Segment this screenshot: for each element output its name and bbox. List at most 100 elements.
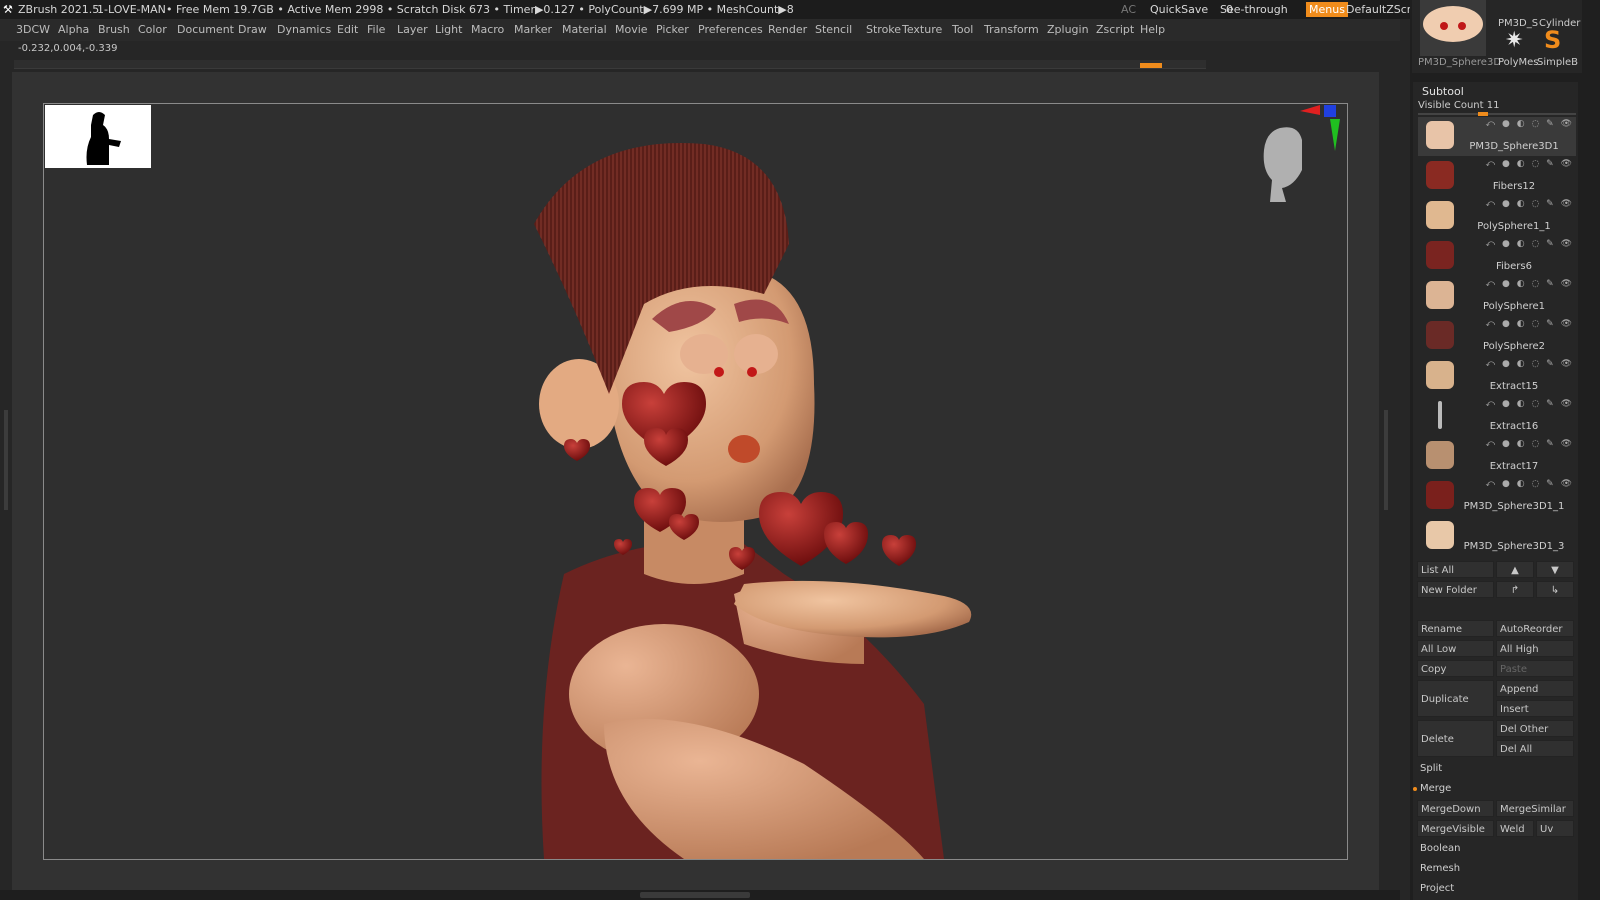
menu-alpha[interactable]: Alpha <box>58 19 89 41</box>
subtool-toggles[interactable]: ⤺ ● ◐ ◌ ✎ 👁 <box>1486 439 1574 449</box>
current-tool-label: PM3D_Sphere3D <box>1418 57 1502 68</box>
subtool-item[interactable]: ⤺ ● ◐ ◌ ✎ 👁 Fibers12 <box>1418 157 1576 196</box>
delete-button[interactable]: Delete <box>1417 720 1494 757</box>
subtool-thumb <box>1426 481 1454 509</box>
menu-render[interactable]: Render <box>768 19 807 41</box>
all-low-button[interactable]: All Low <box>1417 640 1494 657</box>
simplebrush-s-icon[interactable]: S <box>1544 28 1561 52</box>
subtool-item[interactable]: ⤺ ● ◐ ◌ ✎ 👁 PM3D_Sphere3D1_1 <box>1418 477 1576 516</box>
subtool-item[interactable]: ⤺ ● ◐ ◌ ✎ 👁 Extract17 <box>1418 437 1576 476</box>
menu-picker[interactable]: Picker <box>656 19 689 41</box>
bottom-tray-handle[interactable] <box>640 892 750 898</box>
rename-button[interactable]: Rename <box>1417 620 1494 637</box>
menu-macro[interactable]: Macro <box>471 19 504 41</box>
subtool-toggles[interactable]: ⤺ ● ◐ ◌ ✎ 👁 <box>1486 239 1574 249</box>
append-button[interactable]: Append <box>1496 680 1574 697</box>
menus-toggle[interactable]: Menus <box>1306 2 1348 17</box>
menu-help[interactable]: Help <box>1140 19 1165 41</box>
mergedown-button[interactable]: MergeDown <box>1417 800 1494 817</box>
subtool-item[interactable]: ⤺ ● ◐ ◌ ✎ 👁 Extract16 <box>1418 397 1576 436</box>
top-shelf[interactable] <box>14 60 1206 69</box>
menu-material[interactable]: Material <box>562 19 607 41</box>
folder-move-icon[interactable]: ↱ <box>1496 581 1534 598</box>
boolean-section[interactable]: Boolean <box>1420 843 1461 854</box>
subtool-name: Fibers6 <box>1496 261 1532 272</box>
menu-tool[interactable]: Tool <box>952 19 973 41</box>
current-tool-thumb[interactable]: PM3D_Sphere3D <box>1418 0 1501 68</box>
subtool-item[interactable]: PM3D_Sphere3D1_3 <box>1418 517 1576 556</box>
menu-marker[interactable]: Marker <box>514 19 552 41</box>
list-all-button[interactable]: List All <box>1417 561 1494 578</box>
menu-stencil[interactable]: Stencil <box>815 19 852 41</box>
new-folder-button[interactable]: New Folder <box>1417 581 1494 598</box>
menu-texture[interactable]: Texture <box>902 19 942 41</box>
autoreorder-button[interactable]: AutoReorder <box>1496 620 1574 637</box>
merge-section[interactable]: Merge <box>1420 783 1451 794</box>
up-arrow-icon[interactable]: ▲ <box>1496 561 1534 578</box>
uv-button[interactable]: Uv <box>1536 820 1574 837</box>
insert-button[interactable]: Insert <box>1496 700 1574 717</box>
visible-count-track <box>1418 113 1576 115</box>
menu-zplugin[interactable]: Zplugin <box>1047 19 1089 41</box>
subtool-item[interactable]: ⤺ ● ◐ ◌ ✎ 👁 Fibers6 <box>1418 237 1576 276</box>
subtool-name: PolySphere2 <box>1482 341 1546 352</box>
subtool-item[interactable]: ⤺ ● ◐ ◌ ✎ 👁 PM3D_Sphere3D1 <box>1418 117 1576 156</box>
del-other-button[interactable]: Del Other <box>1496 720 1574 737</box>
paste-button[interactable]: Paste <box>1496 660 1574 677</box>
document-canvas[interactable] <box>43 103 1348 860</box>
seethrough-label: See-through <box>1220 3 1288 16</box>
visible-count-handle[interactable] <box>1478 112 1488 116</box>
mergesimilar-button[interactable]: MergeSimilar <box>1496 800 1574 817</box>
subtool-thumb <box>1426 361 1454 389</box>
folder-out-icon[interactable]: ↳ <box>1536 581 1574 598</box>
subtool-item[interactable]: ⤺ ● ◐ ◌ ✎ 👁 PolySphere1 <box>1418 277 1576 316</box>
project-section[interactable]: Project <box>1420 883 1454 894</box>
subtool-item[interactable]: ⤺ ● ◐ ◌ ✎ 👁 Extract15 <box>1418 357 1576 396</box>
subtool-toggles[interactable]: ⤺ ● ◐ ◌ ✎ 👁 <box>1486 119 1574 129</box>
remesh-section[interactable]: Remesh <box>1420 863 1460 874</box>
menu-preferences[interactable]: Preferences <box>698 19 763 41</box>
del-all-button[interactable]: Del All <box>1496 740 1574 757</box>
menu-document[interactable]: Document <box>177 19 234 41</box>
all-high-button[interactable]: All High <box>1496 640 1574 657</box>
menu-brush[interactable]: Brush <box>98 19 130 41</box>
subtool-toggles[interactable]: ⤺ ● ◐ ◌ ✎ 👁 <box>1486 399 1574 409</box>
visible-count-slider[interactable]: Visible Count 11 <box>1418 100 1499 111</box>
subtool-toggles[interactable]: ⤺ ● ◐ ◌ ✎ 👁 <box>1486 319 1574 329</box>
subtool-item[interactable]: ⤺ ● ◐ ◌ ✎ 👁 PolySphere2 <box>1418 317 1576 356</box>
subtool-toggles[interactable]: ⤺ ● ◐ ◌ ✎ 👁 <box>1486 359 1574 369</box>
ac-label[interactable]: AC <box>1121 0 1136 19</box>
menu-draw[interactable]: Draw <box>238 19 267 41</box>
quicksave-button[interactable]: QuickSave <box>1150 0 1208 19</box>
menu-zscript[interactable]: Zscript <box>1096 19 1134 41</box>
subtool-title[interactable]: Subtool <box>1422 85 1464 98</box>
subtool-toggles[interactable]: ⤺ ● ◐ ◌ ✎ 👁 <box>1486 479 1574 489</box>
menu-stroke[interactable]: Stroke <box>866 19 901 41</box>
down-arrow-icon[interactable]: ▼ <box>1536 561 1574 578</box>
subtool-name: PM3D_Sphere3D1 <box>1469 141 1559 152</box>
left-tray-handle[interactable] <box>4 410 8 510</box>
subtool-toggles[interactable]: ⤺ ● ◐ ◌ ✎ 👁 <box>1486 159 1574 169</box>
seethrough-slider[interactable]: See-through 0 <box>1220 0 1288 19</box>
menu-3dcw[interactable]: 3DCW <box>16 19 50 41</box>
menu-transform[interactable]: Transform <box>984 19 1039 41</box>
weld-button[interactable]: Weld <box>1496 820 1534 837</box>
menu-movie[interactable]: Movie <box>615 19 648 41</box>
split-section[interactable]: Split <box>1420 763 1442 774</box>
subtool-item[interactable]: ⤺ ● ◐ ◌ ✎ 👁 PolySphere1_1 <box>1418 197 1576 236</box>
mergevisible-button[interactable]: MergeVisible <box>1417 820 1494 837</box>
right-tray-handle[interactable] <box>1384 410 1388 510</box>
subtool-name: PolySphere1_1 <box>1477 221 1551 232</box>
menu-file[interactable]: File <box>367 19 385 41</box>
duplicate-button[interactable]: Duplicate <box>1417 680 1494 717</box>
polymesh-star-icon[interactable]: ✷ <box>1505 30 1523 52</box>
menu-light[interactable]: Light <box>435 19 462 41</box>
menu-edit[interactable]: Edit <box>337 19 358 41</box>
menu-dynamics[interactable]: Dynamics <box>277 19 331 41</box>
menu-color[interactable]: Color <box>138 19 167 41</box>
subtool-toggles[interactable]: ⤺ ● ◐ ◌ ✎ 👁 <box>1486 199 1574 209</box>
navigator-thumbnail[interactable] <box>45 105 151 168</box>
subtool-toggles[interactable]: ⤺ ● ◐ ◌ ✎ 👁 <box>1486 279 1574 289</box>
menu-layer[interactable]: Layer <box>397 19 428 41</box>
copy-button[interactable]: Copy <box>1417 660 1494 677</box>
